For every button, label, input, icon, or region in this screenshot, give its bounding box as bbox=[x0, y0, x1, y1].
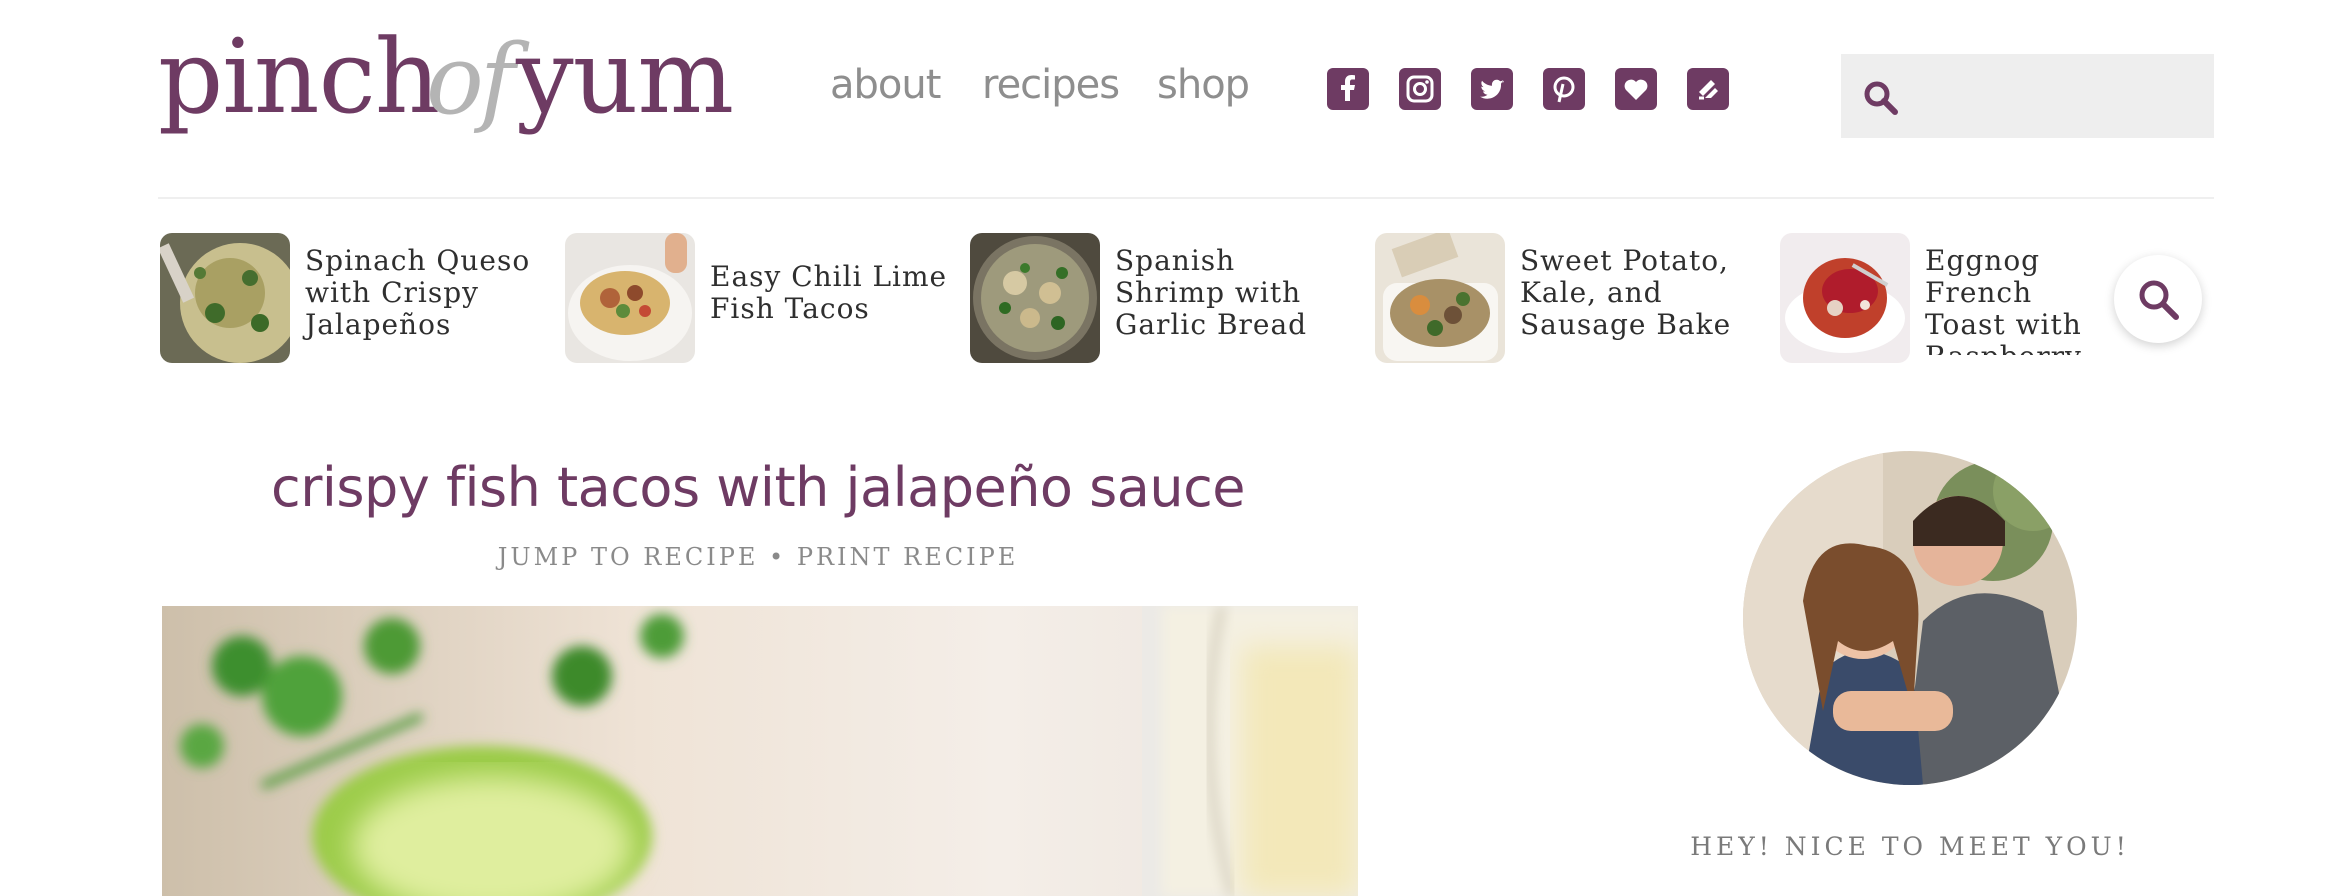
search-input[interactable] bbox=[1911, 70, 2205, 122]
recipe-title[interactable]: Eggnog French Toast with Raspberry bbox=[1925, 245, 2100, 355]
recipe-thumbnail[interactable] bbox=[1780, 233, 1910, 363]
author-photo bbox=[1743, 451, 2077, 785]
site-logo[interactable]: pinch of yum bbox=[158, 12, 738, 162]
carousel-item[interactable]: Spinach Queso with Crispy Jalapeños bbox=[160, 233, 550, 363]
jump-to-recipe-link[interactable]: JUMP TO RECIPE bbox=[498, 543, 759, 571]
logo-text-yum: yum bbox=[516, 18, 734, 137]
logo-text-pinch: pinch bbox=[158, 18, 440, 137]
feedly-icon[interactable] bbox=[1687, 68, 1729, 110]
separator: • bbox=[769, 543, 787, 571]
post-title: crispy fish tacos with jalapeño sauce bbox=[271, 456, 1245, 519]
recipe-title[interactable]: Sweet Potato, Kale, and Sausage Bake bbox=[1520, 245, 1760, 341]
hero-image bbox=[162, 606, 1358, 896]
header-divider bbox=[158, 197, 2214, 199]
recipe-title[interactable]: Spanish Shrimp with Garlic Bread bbox=[1115, 245, 1355, 341]
nav-link-shop[interactable]: shop bbox=[1157, 62, 1250, 108]
carousel-item[interactable]: Spanish Shrimp with Garlic Bread bbox=[970, 233, 1360, 363]
pinterest-icon[interactable] bbox=[1543, 68, 1585, 110]
carousel-search-button[interactable] bbox=[2114, 255, 2202, 343]
recipe-thumbnail[interactable] bbox=[160, 233, 290, 363]
carousel-item[interactable]: Easy Chili Lime Fish Tacos bbox=[565, 233, 955, 363]
post-actions: JUMP TO RECIPE • PRINT RECIPE bbox=[158, 543, 1358, 571]
carousel-item[interactable]: Eggnog French Toast with Raspberry bbox=[1780, 233, 2100, 363]
recipe-thumbnail[interactable] bbox=[1375, 233, 1505, 363]
search-box[interactable] bbox=[1841, 54, 2214, 138]
recipe-title[interactable]: Easy Chili Lime Fish Tacos bbox=[710, 261, 950, 325]
carousel-item[interactable]: Sweet Potato, Kale, and Sausage Bake bbox=[1375, 233, 1765, 363]
search-icon bbox=[2139, 280, 2179, 320]
recipe-thumbnail[interactable] bbox=[970, 233, 1100, 363]
instagram-icon[interactable] bbox=[1399, 68, 1441, 110]
recipe-thumbnail[interactable] bbox=[565, 233, 695, 363]
search-icon[interactable] bbox=[1861, 78, 1901, 118]
facebook-icon[interactable] bbox=[1327, 68, 1369, 110]
logo-text-of: of bbox=[426, 24, 515, 136]
nav-link-recipes[interactable]: recipes bbox=[982, 62, 1120, 108]
nav-link-about[interactable]: about bbox=[830, 62, 941, 108]
print-recipe-link[interactable]: PRINT RECIPE bbox=[797, 543, 1018, 571]
twitter-icon[interactable] bbox=[1471, 68, 1513, 110]
bloglovin-heart-icon[interactable] bbox=[1615, 68, 1657, 110]
sidebar-greeting: HEY! NICE TO MEET YOU! bbox=[1690, 832, 2130, 861]
recipe-title[interactable]: Spinach Queso with Crispy Jalapeños bbox=[305, 245, 545, 341]
